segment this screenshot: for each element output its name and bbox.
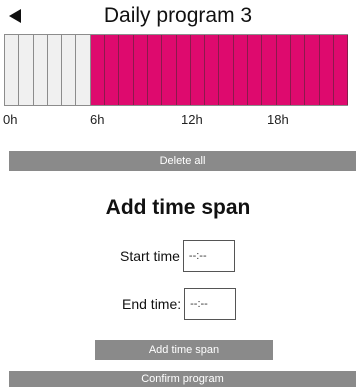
hour-label-6h: 6h xyxy=(90,112,105,127)
page-title: Daily program 3 xyxy=(103,4,253,27)
hour-slot-5[interactable] xyxy=(76,35,91,105)
hour-slot-16[interactable] xyxy=(233,35,249,105)
hour-slot-12[interactable] xyxy=(176,35,191,105)
start-time-row: Start time --:-- xyxy=(120,240,235,272)
hour-slot-15[interactable] xyxy=(219,35,234,105)
hour-slot-18[interactable] xyxy=(262,35,277,105)
hour-slot-21[interactable] xyxy=(305,35,320,105)
hour-label-18h: 18h xyxy=(267,112,289,127)
hour-label-12h: 12h xyxy=(181,112,203,127)
end-time-input[interactable]: --:-- xyxy=(184,288,237,320)
hour-slot-6[interactable] xyxy=(90,35,106,105)
hour-slot-8[interactable] xyxy=(119,35,134,105)
hour-slot-4[interactable] xyxy=(62,35,77,105)
hour-slot-23[interactable] xyxy=(333,35,349,105)
hour-slot-20[interactable] xyxy=(290,35,306,105)
hour-slot-3[interactable] xyxy=(47,35,63,105)
hour-slot-14[interactable] xyxy=(205,35,220,105)
add-time-span-button[interactable]: Add time span xyxy=(95,340,273,360)
hour-slot-22[interactable] xyxy=(319,35,334,105)
hour-slot-13[interactable] xyxy=(190,35,206,105)
start-time-input[interactable]: --:-- xyxy=(182,240,235,272)
schedule-timeline[interactable] xyxy=(4,34,349,106)
hour-label-0h: 0h xyxy=(3,112,18,127)
hour-slot-1[interactable] xyxy=(19,35,34,105)
start-time-label: Start time xyxy=(120,248,180,264)
hour-slot-0[interactable] xyxy=(5,35,20,105)
hour-slot-19[interactable] xyxy=(276,35,291,105)
add-time-span-heading: Add time span xyxy=(105,196,251,219)
hour-slot-11[interactable] xyxy=(162,35,177,105)
hour-slot-2[interactable] xyxy=(33,35,48,105)
confirm-program-button[interactable]: Confirm program xyxy=(9,371,356,387)
end-time-label: End time: xyxy=(122,296,182,312)
hour-slot-17[interactable] xyxy=(248,35,263,105)
delete-all-button[interactable]: Delete all xyxy=(9,151,356,171)
hour-slot-9[interactable] xyxy=(133,35,148,105)
end-time-row: End time: --:-- xyxy=(122,288,237,320)
hour-slot-10[interactable] xyxy=(147,35,163,105)
hour-slot-7[interactable] xyxy=(105,35,120,105)
